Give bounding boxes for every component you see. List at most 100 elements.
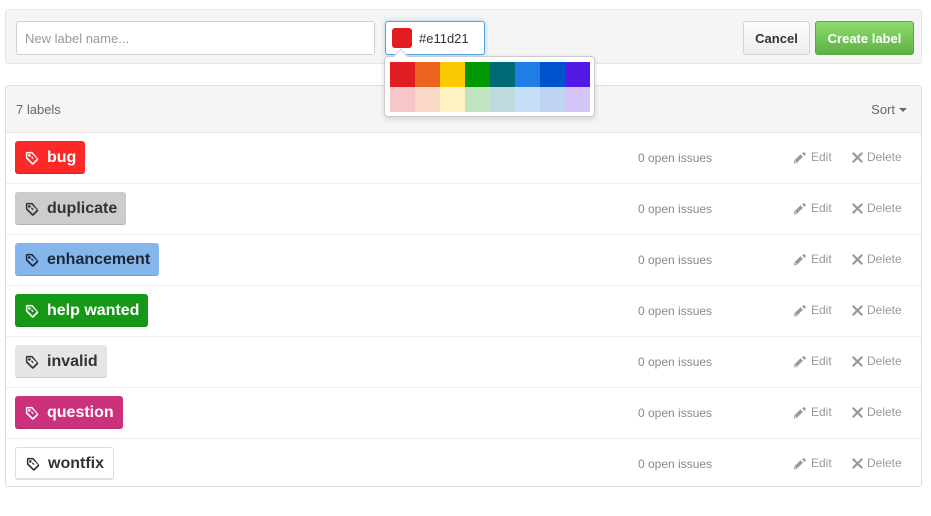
delete-button[interactable]: Delete: [852, 201, 902, 215]
close-icon: [852, 457, 863, 469]
color-option[interactable]: [440, 62, 465, 87]
delete-label: Delete: [867, 201, 902, 215]
pencil-icon: [794, 202, 806, 214]
label-badge[interactable]: invalid: [15, 345, 107, 378]
pencil-icon: [794, 151, 806, 163]
delete-button[interactable]: Delete: [852, 150, 902, 164]
pencil-icon: [794, 406, 806, 418]
label-name: enhancement: [47, 250, 151, 268]
delete-button[interactable]: Delete: [852, 354, 902, 368]
open-issues-link[interactable]: 0 open issues: [638, 253, 712, 267]
color-option[interactable]: [415, 87, 440, 112]
pencil-icon: [794, 253, 806, 265]
edit-button[interactable]: Edit: [794, 201, 832, 215]
label-name: question: [47, 403, 114, 421]
edit-button[interactable]: Edit: [794, 252, 832, 266]
label-name: help wanted: [47, 301, 140, 319]
edit-label: Edit: [811, 303, 832, 317]
close-icon: [852, 253, 863, 265]
color-option[interactable]: [540, 87, 565, 112]
color-option[interactable]: [440, 87, 465, 112]
label-name-input[interactable]: [16, 21, 375, 55]
tag-icon: [25, 406, 39, 420]
close-icon: [852, 406, 863, 418]
color-option[interactable]: [515, 62, 540, 87]
edit-label: Edit: [811, 354, 832, 368]
labels-list: 7 labels Sort bug 0 open issues Edit Del…: [5, 85, 922, 487]
label-name: invalid: [47, 352, 98, 370]
color-option[interactable]: [390, 87, 415, 112]
label-badge[interactable]: bug: [15, 141, 86, 174]
label-name: wontfix: [48, 454, 104, 472]
edit-button[interactable]: Edit: [794, 405, 832, 419]
open-issues-link[interactable]: 0 open issues: [638, 406, 712, 420]
open-issues-link[interactable]: 0 open issues: [638, 304, 712, 318]
label-badge[interactable]: question: [15, 396, 123, 429]
color-option[interactable]: [465, 62, 490, 87]
tag-icon: [25, 202, 39, 216]
close-icon: [852, 355, 863, 367]
cancel-button[interactable]: Cancel: [743, 21, 810, 55]
close-icon: [852, 151, 863, 163]
edit-label: Edit: [811, 150, 832, 164]
open-issues-link[interactable]: 0 open issues: [638, 202, 712, 216]
edit-label: Edit: [811, 405, 832, 419]
pencil-icon: [794, 304, 806, 316]
color-option[interactable]: [390, 62, 415, 87]
tag-icon: [26, 457, 40, 471]
sort-dropdown[interactable]: Sort: [871, 102, 907, 117]
delete-button[interactable]: Delete: [852, 303, 902, 317]
color-option[interactable]: [515, 87, 540, 112]
caret-down-icon: [899, 108, 907, 112]
label-badge[interactable]: wontfix: [15, 447, 114, 480]
edit-button[interactable]: Edit: [794, 303, 832, 317]
label-rows: bug 0 open issues Edit Delete duplicate …: [6, 133, 921, 486]
tag-icon: [25, 151, 39, 165]
edit-label: Edit: [811, 252, 832, 266]
color-option[interactable]: [490, 62, 515, 87]
label-badge[interactable]: enhancement: [15, 243, 160, 276]
color-picker-row-strong: [390, 62, 590, 87]
color-option[interactable]: [565, 87, 590, 112]
edit-label: Edit: [811, 201, 832, 215]
edit-label: Edit: [811, 456, 832, 470]
open-issues-link[interactable]: 0 open issues: [638, 457, 712, 471]
color-hex-input[interactable]: [419, 22, 481, 54]
label-row: bug 0 open issues Edit Delete: [6, 133, 921, 184]
label-row: question 0 open issues Edit Delete: [6, 388, 921, 439]
edit-button[interactable]: Edit: [794, 354, 832, 368]
color-option[interactable]: [490, 87, 515, 112]
label-name: bug: [47, 148, 77, 166]
labels-count: 7 labels: [16, 102, 61, 117]
delete-label: Delete: [867, 150, 902, 164]
color-option[interactable]: [565, 62, 590, 87]
color-swatch[interactable]: [392, 28, 412, 48]
edit-button[interactable]: Edit: [794, 150, 832, 164]
label-badge[interactable]: duplicate: [15, 192, 127, 225]
color-option[interactable]: [465, 87, 490, 112]
color-picker-row-light: [390, 87, 590, 112]
color-option[interactable]: [540, 62, 565, 87]
label-row: duplicate 0 open issues Edit Delete: [6, 184, 921, 235]
delete-label: Delete: [867, 252, 902, 266]
tag-icon: [25, 355, 39, 369]
delete-button[interactable]: Delete: [852, 252, 902, 266]
label-row: help wanted 0 open issues Edit Delete: [6, 286, 921, 337]
create-label-button[interactable]: Create label: [815, 21, 914, 55]
label-row: wontfix 0 open issues Edit Delete: [6, 439, 921, 486]
open-issues-link[interactable]: 0 open issues: [638, 355, 712, 369]
label-row: invalid 0 open issues Edit Delete: [6, 337, 921, 388]
delete-button[interactable]: Delete: [852, 456, 902, 470]
open-issues-link[interactable]: 0 open issues: [638, 151, 712, 165]
delete-button[interactable]: Delete: [852, 405, 902, 419]
delete-label: Delete: [867, 303, 902, 317]
label-row: enhancement 0 open issues Edit Delete: [6, 235, 921, 286]
color-picker-popover: [384, 48, 595, 117]
color-option[interactable]: [415, 62, 440, 87]
tag-icon: [25, 304, 39, 318]
delete-label: Delete: [867, 405, 902, 419]
edit-button[interactable]: Edit: [794, 456, 832, 470]
label-badge[interactable]: help wanted: [15, 294, 149, 327]
tag-icon: [25, 253, 39, 267]
delete-label: Delete: [867, 456, 902, 470]
